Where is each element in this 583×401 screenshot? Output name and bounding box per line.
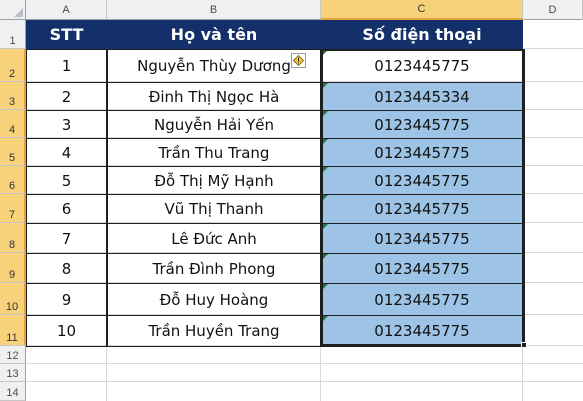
row-header-11[interactable]: 11 bbox=[0, 315, 26, 346]
table-cell-stt[interactable]: 1 bbox=[26, 49, 107, 83]
number-stored-as-text-marker bbox=[323, 83, 328, 88]
table-cell-stt[interactable]: 8 bbox=[26, 253, 107, 284]
select-all-corner[interactable] bbox=[0, 0, 26, 20]
table-cell-name[interactable]: Vũ Thị Thanh bbox=[107, 194, 321, 224]
column-header-a[interactable]: A bbox=[26, 0, 107, 20]
table-cell-name[interactable]: Trần Huyền Trang bbox=[107, 315, 321, 347]
table-cell-phone[interactable]: 0123445775 bbox=[321, 138, 523, 167]
table-cell-name[interactable]: Đinh Thị Ngọc Hà bbox=[107, 82, 321, 111]
error-check-button[interactable] bbox=[291, 53, 306, 68]
row-header-12[interactable]: 12 bbox=[0, 346, 26, 364]
row-header-10[interactable]: 10 bbox=[0, 283, 26, 315]
number-stored-as-text-marker bbox=[323, 111, 328, 116]
table-cell-phone[interactable]: 0123445775 bbox=[321, 194, 523, 224]
table-cell-name[interactable]: Nguyễn Hải Yến bbox=[107, 110, 321, 139]
spreadsheet: A B C D 1 2 3 4 5 6 7 8 9 10 11 12 13 14 STT Họ và tên Số đi… bbox=[0, 0, 583, 401]
table-cell-phone[interactable]: 0123445775 bbox=[321, 166, 523, 195]
table-cell-stt[interactable]: 6 bbox=[26, 194, 107, 224]
row-header-13[interactable]: 13 bbox=[0, 364, 26, 382]
row-header-8[interactable]: 8 bbox=[0, 223, 26, 253]
row-header-2[interactable]: 2 bbox=[0, 49, 26, 82]
row-header-3[interactable]: 3 bbox=[0, 82, 26, 110]
table-cell-stt[interactable]: 4 bbox=[26, 138, 107, 167]
table-cell-stt[interactable]: 7 bbox=[26, 223, 107, 254]
select-all-icon bbox=[14, 8, 23, 17]
table-cell-stt[interactable]: 2 bbox=[26, 82, 107, 111]
table-cell-stt[interactable]: 3 bbox=[26, 110, 107, 139]
column-header-b[interactable]: B bbox=[107, 0, 321, 20]
row-header-14[interactable]: 14 bbox=[0, 382, 26, 401]
number-stored-as-text-marker bbox=[323, 50, 328, 55]
table-cell-name[interactable]: Trần Thu Trang bbox=[107, 138, 321, 167]
row-header-1[interactable]: 1 bbox=[0, 20, 26, 49]
warning-diamond-icon bbox=[293, 55, 304, 66]
table-cell-name[interactable]: Đỗ Huy Hoàng bbox=[107, 283, 321, 316]
row-header-6[interactable]: 6 bbox=[0, 166, 26, 194]
table-header-stt[interactable]: STT bbox=[26, 20, 107, 49]
row-header-7[interactable]: 7 bbox=[0, 194, 26, 223]
table-cell-stt[interactable]: 10 bbox=[26, 315, 107, 347]
table-cell-phone[interactable]: 0123445334 bbox=[321, 82, 523, 111]
table-cell-phone[interactable]: 0123445775 bbox=[321, 253, 523, 284]
fill-handle[interactable] bbox=[521, 342, 527, 348]
row-header-5[interactable]: 5 bbox=[0, 138, 26, 166]
gridline-horizontal bbox=[26, 381, 583, 382]
table-cell-phone[interactable]: 0123445775 bbox=[321, 315, 523, 347]
number-stored-as-text-marker bbox=[323, 224, 328, 229]
table-cell-stt[interactable]: 9 bbox=[26, 283, 107, 316]
table-cell-name[interactable]: Trần Đình Phong bbox=[107, 253, 321, 284]
table-cell-name[interactable]: Lê Đức Anh bbox=[107, 223, 321, 254]
gridline-horizontal bbox=[26, 363, 583, 364]
table-header-phone[interactable]: Số điện thoại bbox=[321, 20, 523, 49]
column-header-c[interactable]: C bbox=[321, 0, 523, 20]
table-cell-name[interactable]: Đỗ Thị Mỹ Hạnh bbox=[107, 166, 321, 195]
table-cell-phone[interactable]: 0123445775 bbox=[321, 110, 523, 139]
table-cell-stt[interactable]: 5 bbox=[26, 166, 107, 195]
table-header-name[interactable]: Họ và tên bbox=[107, 20, 321, 49]
number-stored-as-text-marker bbox=[323, 195, 328, 200]
number-stored-as-text-marker bbox=[323, 254, 328, 259]
row-header-4[interactable]: 4 bbox=[0, 110, 26, 138]
table-cell-name[interactable]: Nguyễn Thùy Dương bbox=[107, 49, 321, 83]
number-stored-as-text-marker bbox=[323, 139, 328, 144]
table-cell-phone[interactable]: 0123445775 bbox=[321, 283, 523, 316]
row-header-9[interactable]: 9 bbox=[0, 253, 26, 283]
column-header-d[interactable]: D bbox=[523, 0, 583, 20]
table-cell-phone[interactable]: 0123445775 bbox=[321, 223, 523, 254]
number-stored-as-text-marker bbox=[323, 316, 328, 321]
table-cell-phone[interactable]: 0123445775 bbox=[321, 49, 523, 83]
number-stored-as-text-marker bbox=[323, 284, 328, 289]
number-stored-as-text-marker bbox=[323, 167, 328, 172]
